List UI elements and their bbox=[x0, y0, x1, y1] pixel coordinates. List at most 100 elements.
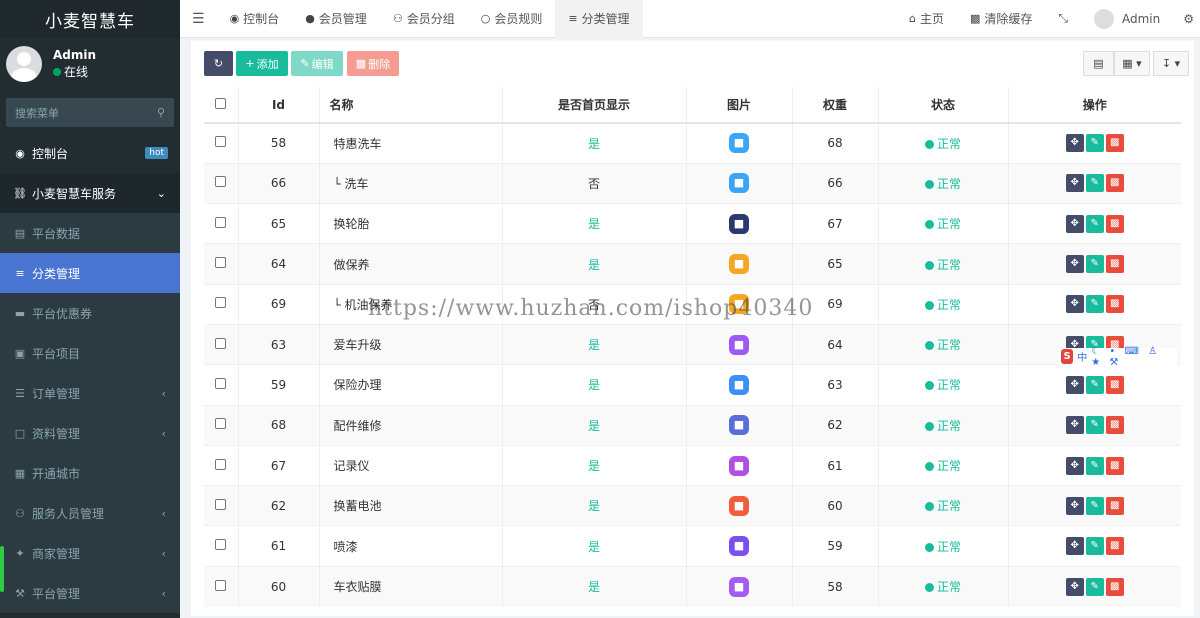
row-edit-button[interactable]: ✎ bbox=[1085, 214, 1104, 233]
row-checkbox[interactable] bbox=[215, 458, 227, 470]
cell-homepage[interactable]: 是 bbox=[502, 364, 687, 406]
cell-homepage[interactable]: 是 bbox=[502, 485, 687, 526]
row-checkbox[interactable] bbox=[215, 418, 227, 430]
cell-homepage[interactable]: 是 bbox=[502, 203, 687, 244]
table-row[interactable]: 64 做保养 是 ■ 65 正常 ✥ ✎ ▩ bbox=[204, 243, 1181, 285]
homepage-toggle[interactable]: 否 bbox=[588, 177, 600, 191]
admin-menu[interactable]: Admin bbox=[1081, 0, 1173, 38]
row-checkbox-cell[interactable] bbox=[204, 485, 239, 526]
cell-homepage[interactable]: 否 bbox=[502, 162, 687, 204]
cell-homepage[interactable]: 是 bbox=[502, 565, 687, 607]
drag-sort-button[interactable]: ✥ bbox=[1065, 255, 1084, 274]
row-edit-button[interactable]: ✎ bbox=[1085, 577, 1104, 596]
row-edit-button[interactable]: ✎ bbox=[1085, 295, 1104, 314]
row-delete-button[interactable]: ▩ bbox=[1105, 375, 1124, 394]
table-row[interactable]: 65 换轮胎 是 ■ 67 正常 ✥ ✎ ▩ bbox=[204, 203, 1181, 244]
homepage-toggle[interactable]: 是 bbox=[588, 217, 600, 231]
row-delete-button[interactable]: ▩ bbox=[1105, 295, 1124, 314]
row-edit-button[interactable]: ✎ bbox=[1085, 496, 1104, 515]
category-thumbnail-icon[interactable]: ■ bbox=[729, 374, 749, 395]
row-checkbox[interactable] bbox=[215, 539, 227, 551]
category-thumbnail-icon[interactable]: ■ bbox=[729, 495, 749, 516]
fullscreen-icon[interactable]: ⤡ bbox=[1045, 0, 1081, 38]
tab-member-rule[interactable]: ○ 会员规则 bbox=[468, 0, 556, 38]
drag-sort-button[interactable]: ✥ bbox=[1065, 174, 1084, 193]
drag-sort-button[interactable]: ✥ bbox=[1065, 496, 1084, 515]
row-checkbox[interactable] bbox=[215, 297, 227, 309]
row-edit-button[interactable]: ✎ bbox=[1085, 456, 1104, 475]
col-name[interactable]: 名称 bbox=[319, 87, 503, 124]
row-checkbox-cell[interactable] bbox=[204, 525, 239, 567]
homepage-toggle[interactable]: 是 bbox=[588, 580, 600, 594]
row-checkbox[interactable] bbox=[215, 136, 227, 148]
cell-homepage[interactable]: 是 bbox=[502, 122, 687, 164]
homepage-toggle[interactable]: 是 bbox=[588, 459, 600, 473]
drag-sort-button[interactable]: ✥ bbox=[1065, 375, 1084, 394]
toggle-view-button[interactable]: ▤ bbox=[1083, 51, 1114, 76]
row-edit-button[interactable]: ✎ bbox=[1085, 416, 1104, 435]
cell-homepage[interactable]: 是 bbox=[502, 243, 687, 285]
homepage-toggle[interactable]: 是 bbox=[588, 338, 600, 352]
tab-member[interactable]: ● 会员管理 bbox=[292, 0, 380, 38]
row-checkbox-cell[interactable] bbox=[204, 203, 239, 244]
sidebar-item-city[interactable]: ▦ 开通城市 bbox=[0, 453, 180, 493]
sidebar-item-category[interactable]: ≡ 分类管理 bbox=[0, 253, 180, 293]
col-homepage[interactable]: 是否首页显示 bbox=[502, 87, 687, 124]
row-checkbox[interactable] bbox=[215, 176, 227, 188]
row-edit-button[interactable]: ✎ bbox=[1085, 375, 1104, 394]
delete-button[interactable]: ▩ 删除 bbox=[347, 51, 399, 76]
cell-homepage[interactable]: 是 bbox=[502, 323, 687, 365]
row-checkbox-cell[interactable] bbox=[204, 565, 239, 607]
add-button[interactable]: + 添加 bbox=[236, 51, 288, 76]
sidebar-item-material[interactable]: □ 资料管理 ‹ bbox=[0, 413, 180, 453]
clear-cache-button[interactable]: ▩ 清除缓存 bbox=[957, 0, 1045, 38]
menu-search-input[interactable]: 搜索菜单 ⚲ bbox=[6, 98, 174, 127]
category-thumbnail-icon[interactable]: ■ bbox=[729, 294, 749, 315]
drag-sort-button[interactable]: ✥ bbox=[1065, 577, 1084, 596]
sidebar-item-dashboard[interactable]: ◉ 控制台 hot bbox=[0, 133, 180, 173]
sidebar-item-staff[interactable]: ⚇ 服务人员管理 ‹ bbox=[0, 493, 180, 533]
col-id[interactable]: Id bbox=[238, 87, 320, 124]
row-checkbox-cell[interactable] bbox=[204, 404, 239, 446]
export-dropdown-button[interactable]: ↧ ▾ bbox=[1153, 51, 1189, 76]
drag-sort-button[interactable]: ✥ bbox=[1065, 214, 1084, 233]
row-checkbox-cell[interactable] bbox=[204, 162, 239, 204]
homepage-toggle[interactable]: 否 bbox=[588, 298, 600, 312]
homepage-toggle[interactable]: 是 bbox=[588, 419, 600, 433]
brand-logo[interactable]: 小麦智慧车 bbox=[0, 0, 180, 38]
sidebar-toggle-icon[interactable]: ☰ bbox=[180, 0, 217, 38]
homepage-toggle[interactable]: 是 bbox=[588, 258, 600, 272]
sidebar-item-service[interactable]: ⛓ 小麦智慧车服务 ⌄ bbox=[0, 173, 180, 213]
row-checkbox-cell[interactable] bbox=[204, 364, 239, 406]
row-delete-button[interactable]: ▩ bbox=[1105, 496, 1124, 515]
sidebar-item-order[interactable]: ☰ 订单管理 ‹ bbox=[0, 373, 180, 413]
drag-sort-button[interactable]: ✥ bbox=[1065, 134, 1084, 153]
row-delete-button[interactable]: ▩ bbox=[1105, 214, 1124, 233]
table-row[interactable]: 66 └ 洗车否 ■ 66 正常 ✥ ✎ ▩ bbox=[204, 162, 1181, 204]
category-thumbnail-icon[interactable]: ■ bbox=[729, 415, 749, 436]
category-thumbnail-icon[interactable]: ■ bbox=[729, 536, 749, 557]
sidebar-item-platform[interactable]: ⚒ 平台管理 ‹ bbox=[0, 573, 180, 613]
drag-sort-button[interactable]: ✥ bbox=[1065, 416, 1084, 435]
row-checkbox[interactable] bbox=[215, 216, 227, 228]
sidebar-item-coupon[interactable]: ▬ 平台优惠券 bbox=[0, 293, 180, 333]
table-row[interactable]: 59 保险办理 是 ■ 63 正常 ✥ ✎ ▩ bbox=[204, 364, 1181, 406]
table-row[interactable]: 61 喷漆 是 ■ 59 正常 ✥ ✎ ▩ bbox=[204, 525, 1181, 567]
row-edit-button[interactable]: ✎ bbox=[1085, 134, 1104, 153]
cell-homepage[interactable]: 是 bbox=[502, 525, 687, 567]
cell-homepage[interactable]: 是 bbox=[502, 404, 687, 446]
row-delete-button[interactable]: ▩ bbox=[1105, 416, 1124, 435]
col-image[interactable]: 图片 bbox=[686, 87, 793, 124]
row-delete-button[interactable]: ▩ bbox=[1105, 456, 1124, 475]
category-thumbnail-icon[interactable]: ■ bbox=[729, 133, 749, 154]
row-edit-button[interactable]: ✎ bbox=[1085, 174, 1104, 193]
table-row[interactable]: 62 换蓄电池 是 ■ 60 正常 ✥ ✎ ▩ bbox=[204, 485, 1181, 526]
category-thumbnail-icon[interactable]: ■ bbox=[729, 455, 749, 476]
col-weight[interactable]: 权重 bbox=[792, 87, 879, 124]
table-row[interactable]: 68 配件维修 是 ■ 62 正常 ✥ ✎ ▩ bbox=[204, 404, 1181, 446]
row-checkbox-cell[interactable] bbox=[204, 323, 239, 365]
tab-member-group[interactable]: ⚇ 会员分组 bbox=[380, 0, 468, 38]
row-checkbox-cell[interactable] bbox=[204, 122, 239, 164]
drag-sort-button[interactable]: ✥ bbox=[1065, 295, 1084, 314]
search-icon[interactable]: ⚲ bbox=[157, 106, 165, 119]
